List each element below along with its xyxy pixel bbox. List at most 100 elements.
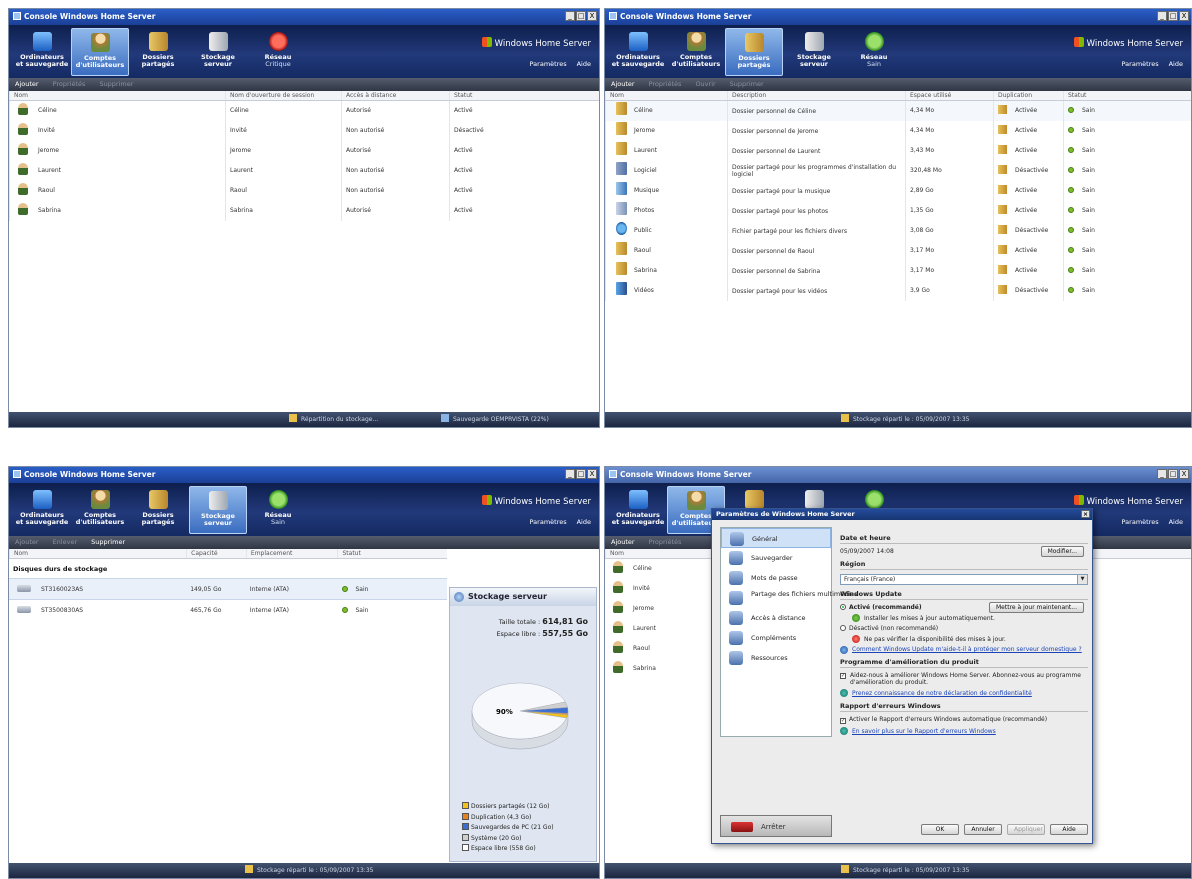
region-select[interactable]: Français (France)	[840, 574, 1088, 585]
minimize-button[interactable]: _	[1157, 469, 1167, 479]
table-row[interactable]: ST3160023AS 149,05 Go Interne (ATA) Sain	[9, 578, 447, 600]
add-button[interactable]: Ajouter	[15, 538, 39, 546]
tab-computers[interactable]: Ordinateurs et sauvegarde	[13, 486, 71, 534]
nav-addins[interactable]: Compléments	[721, 628, 831, 648]
shutdown-button[interactable]: Arrêter	[720, 815, 832, 837]
table-row[interactable]: Public Fichier partagé pour les fichiers …	[605, 221, 1191, 241]
col-description[interactable]: Description	[727, 91, 905, 100]
apply-button[interactable]: Appliquer	[1007, 824, 1045, 835]
table-row[interactable]: Invité Invité Non autorisé Désactivé	[9, 121, 599, 141]
nav-media-sharing[interactable]: Partage des fichiers multimédias	[721, 588, 858, 608]
tab-user-accounts[interactable]: Comptes d'utilisateurs	[71, 486, 129, 534]
col-name[interactable]: Nom	[9, 91, 225, 100]
maximize-button[interactable]: □	[1168, 469, 1178, 479]
table-row[interactable]: Sabrina Dossier personnel de Sabrina 3,17 …	[605, 261, 1191, 281]
help-link[interactable]: Aide	[577, 518, 591, 526]
col-location[interactable]: Emplacement	[245, 549, 338, 558]
table-row[interactable]: Raoul Raoul Non autorisé Activé	[9, 181, 599, 201]
tab-server-storage[interactable]: Stockageserveur	[189, 486, 247, 534]
settings-link[interactable]: Paramètres	[530, 518, 567, 526]
properties-button[interactable]: Propriétés	[649, 80, 682, 88]
col-status[interactable]: Statut	[1063, 91, 1191, 100]
settings-link[interactable]: Paramètres	[1122, 60, 1159, 68]
nav-general[interactable]: Général	[721, 528, 831, 548]
table-row[interactable]: Laurent Laurent Non autorisé Activé	[9, 161, 599, 181]
maximize-button[interactable]: □	[576, 469, 586, 479]
table-row[interactable]: Céline Céline Autorisé Activé	[9, 101, 599, 121]
settings-link[interactable]: Paramètres	[1122, 518, 1159, 526]
ok-button[interactable]: OK	[921, 824, 959, 835]
properties-button[interactable]: Propriétés	[649, 538, 682, 546]
tab-network[interactable]: Réseau Critique	[249, 28, 307, 76]
delete-button[interactable]: Supprimer	[91, 538, 125, 546]
nav-passwords[interactable]: Mots de passe	[721, 568, 831, 588]
cancel-button[interactable]: Annuler	[964, 824, 1002, 835]
table-row[interactable]: Jerome Jerome Autorisé Activé	[9, 141, 599, 161]
tab-computers[interactable]: Ordinateurs et sauvegarde	[609, 486, 667, 534]
close-button[interactable]: X	[1179, 469, 1189, 479]
col-status[interactable]: Statut	[449, 91, 599, 100]
wu-help-link[interactable]: Comment Windows Update m'aide-t-il à pro…	[852, 646, 1082, 653]
table-row[interactable]: ST3500830AS 465,76 Go Interne (ATA) Sain	[9, 600, 447, 622]
table-row[interactable]: Vidéos Dossier partagé pour les vidéos 3,9…	[605, 281, 1191, 301]
table-row[interactable]: Céline Dossier personnel de Céline 4,34 Mo…	[605, 101, 1191, 121]
table-row[interactable]: Photos Dossier partagé pour les photos 1,3…	[605, 201, 1191, 221]
table-row[interactable]: Sabrina Sabrina Autorisé Activé	[9, 201, 599, 221]
nav-backup[interactable]: Sauvegarder	[721, 548, 831, 568]
table-row[interactable]: Logiciel Dossier partagé pour les program…	[605, 161, 1191, 181]
add-button[interactable]: Ajouter	[611, 80, 635, 88]
delete-button[interactable]: Supprimer	[99, 80, 133, 88]
tab-network[interactable]: RéseauSain	[249, 486, 307, 534]
tab-shared-folders[interactable]: Dossierspartagés	[129, 28, 187, 76]
col-name[interactable]: Nom	[605, 91, 727, 100]
minimize-button[interactable]: _	[1157, 11, 1167, 21]
close-button[interactable]: X	[587, 11, 597, 21]
error-report-checkbox[interactable]: ✓	[840, 718, 846, 724]
col-space[interactable]: Espace utilisé	[905, 91, 993, 100]
close-button[interactable]: X	[587, 469, 597, 479]
col-name[interactable]: Nom	[605, 549, 725, 558]
open-button[interactable]: Ouvrir	[695, 80, 715, 88]
update-now-button[interactable]: Mettre à jour maintenant...	[989, 602, 1084, 613]
modify-date-button[interactable]: Modifier...	[1040, 546, 1084, 557]
table-row[interactable]: Musique Dossier partagé pour la musique 2,…	[605, 181, 1191, 201]
tab-computers[interactable]: Ordinateurs et sauvegarde	[609, 28, 667, 76]
tab-server-storage[interactable]: Stockageserveur	[189, 28, 247, 76]
close-button[interactable]: X	[1179, 11, 1189, 21]
help-link[interactable]: Aide	[1169, 518, 1183, 526]
add-button[interactable]: Ajouter	[15, 80, 39, 88]
tab-computers[interactable]: Ordinateurs et sauvegarde	[13, 28, 71, 76]
nav-remote-access[interactable]: Accès à distance	[721, 608, 831, 628]
tab-server-storage[interactable]: Stockageserveur	[785, 28, 843, 76]
properties-button[interactable]: Propriétés	[53, 80, 86, 88]
remove-button[interactable]: Enlever	[53, 538, 78, 546]
table-row[interactable]: Jerome Dossier personnel de Jerome 4,34 Mo…	[605, 121, 1191, 141]
dialog-close-button[interactable]: ×	[1081, 510, 1090, 518]
tab-user-accounts[interactable]: Comptes d'utilisateurs	[71, 28, 129, 76]
help-button[interactable]: Aide	[1050, 824, 1088, 835]
col-status[interactable]: Statut	[337, 549, 447, 558]
minimize-button[interactable]: _	[565, 469, 575, 479]
table-row[interactable]: Laurent Dossier personnel de Laurent 3,43 …	[605, 141, 1191, 161]
minimize-button[interactable]: _	[565, 11, 575, 21]
tab-shared-folders[interactable]: Dossierspartagés	[725, 28, 783, 76]
col-duplication[interactable]: Duplication	[993, 91, 1063, 100]
maximize-button[interactable]: □	[576, 11, 586, 21]
improve-checkbox[interactable]: ✓	[840, 673, 846, 679]
error-report-link[interactable]: En savoir plus sur le Rapport d'erreurs …	[852, 728, 996, 735]
nav-resources[interactable]: Ressources	[721, 648, 831, 668]
tab-shared-folders[interactable]: Dossierspartagés	[129, 486, 187, 534]
table-row[interactable]: Raoul Dossier personnel de Raoul 3,17 Mo Ac…	[605, 241, 1191, 261]
maximize-button[interactable]: □	[1168, 11, 1178, 21]
col-remote[interactable]: Accès à distance	[341, 91, 449, 100]
tab-network[interactable]: RéseauSain	[845, 28, 903, 76]
help-link[interactable]: Aide	[1169, 60, 1183, 68]
col-name[interactable]: Nom	[9, 549, 186, 558]
col-capacity[interactable]: Capacité	[186, 549, 246, 558]
add-button[interactable]: Ajouter	[611, 538, 635, 546]
wu-on-radio[interactable]	[840, 604, 846, 610]
privacy-link[interactable]: Prenez connaissance de notre déclaration…	[852, 690, 1032, 697]
col-logon[interactable]: Nom d'ouverture de session	[225, 91, 341, 100]
help-link[interactable]: Aide	[577, 60, 591, 68]
wu-off-radio[interactable]	[840, 625, 846, 631]
